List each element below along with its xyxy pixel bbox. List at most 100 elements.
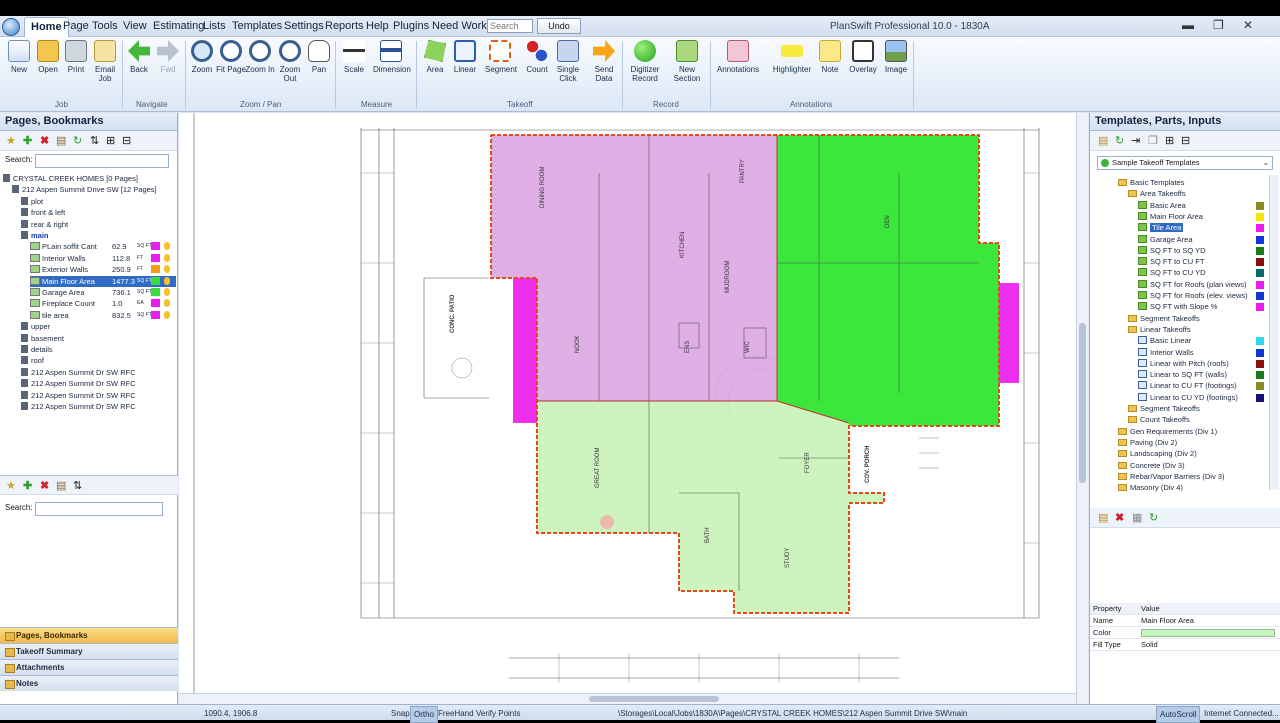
page-tree-item[interactable]: Main Floor Area 1477.3 SQ FT [30,275,176,287]
menu-help[interactable]: Help [366,20,389,32]
horizontal-scrollbar[interactable] [179,693,1076,704]
template-tree-item[interactable]: Tile Area [1138,222,1268,233]
horizontal-scroll-thumb[interactable] [589,696,719,702]
new-folder-icon[interactable]: ★ [6,134,16,147]
accordion-attachments[interactable]: Attachments [0,659,178,675]
page-tree-item[interactable]: main [21,230,176,241]
segment-button[interactable]: Segment [485,40,517,74]
template-tree-item[interactable]: Linear to CU FT (footings) [1138,380,1268,391]
close-icon[interactable]: ✕ [1243,18,1253,32]
template-tree-item[interactable]: Basic Templates [1118,177,1268,188]
add-icon[interactable]: ✚ [23,134,32,147]
collapse-icon[interactable]: ⊟ [122,134,131,147]
pages-search-input[interactable] [35,154,169,168]
template-tree-item[interactable]: Basic Linear [1138,335,1268,346]
template-tree-item[interactable]: Area Takeoffs [1128,188,1268,199]
takeoff-color-swatch[interactable] [151,299,160,308]
lightbulb-icon[interactable] [164,242,170,251]
undo-button[interactable]: Undo [537,18,581,34]
annotations-button[interactable]: Annotations [716,40,760,74]
print-button[interactable]: Print [61,40,91,74]
menu-view[interactable]: View [123,20,147,32]
page-tree-item[interactable]: CRYSTAL CREEK HOMES [0 Pages] [3,173,176,184]
lightbulb-icon[interactable] [164,276,170,285]
accordion-takeoff-summary[interactable]: Takeoff Summary [0,643,178,659]
page-tree-item[interactable]: tile area 832.5 SQ FT [30,310,176,321]
template-tree-item[interactable]: Paving (Div 2) [1118,437,1268,448]
page-tree-item[interactable]: front & left [21,207,176,218]
page-tree-item[interactable]: Exterior Walls 250.9 FT [30,264,176,275]
status-ortho[interactable]: Ortho [410,706,439,723]
accordion-pages-bookmarks[interactable]: Pages, Bookmarks [0,627,178,643]
single-click-button[interactable]: Single Click [553,40,583,83]
vertical-scrollbar[interactable] [1076,113,1088,704]
sort-icon[interactable]: ⇅ [90,134,99,147]
maximize-icon[interactable]: ❐ [1213,18,1224,32]
zoom-button[interactable]: Zoom [187,40,217,74]
count-button[interactable]: Count [522,40,552,74]
page-tree-item[interactable]: basement [21,333,176,344]
parts-open-icon[interactable]: ▤ [1098,511,1108,524]
template-tree-item[interactable]: Linear with Pitch (roofs) [1138,358,1268,369]
area-button[interactable]: Area [420,40,450,74]
zoom-out-button[interactable]: Zoom Out [275,40,305,83]
refresh-icon[interactable]: ↻ [73,134,82,147]
scale-button[interactable]: Scale [339,40,369,74]
template-refresh-icon[interactable]: ↻ [1115,134,1124,147]
properties-icon[interactable]: ▤ [56,134,66,147]
dimension-button[interactable]: Dimension [373,40,411,74]
template-tree-item[interactable]: Main Floor Area [1138,211,1268,222]
template-move-icon[interactable]: ⇥ [1131,134,1140,147]
lower-new-icon[interactable]: ★ [6,479,16,492]
menu-estimating[interactable]: Estimating [153,20,204,32]
send-data-button[interactable]: Send Data [589,40,619,83]
status-snap[interactable]: Snap [391,709,410,718]
lower-properties-icon[interactable]: ▤ [56,479,66,492]
digitizer-record-button[interactable]: Digitizer Record [628,40,662,83]
template-tree-item[interactable]: Gen Requirements (Div 1) [1118,426,1268,437]
new-section-button[interactable]: New Section [670,40,704,83]
note-button[interactable]: Note [815,40,845,74]
menu-tools[interactable]: Tools [92,20,118,32]
page-tree-item[interactable]: Fireplace Count 1.0 EA [30,298,176,309]
menu-need-work[interactable]: Need Work? [432,20,493,32]
template-tree-item[interactable]: Segment Takeoffs [1128,403,1268,414]
template-tree-item[interactable]: Interior Walls [1138,347,1268,358]
template-tree-item[interactable]: SQ FT for Roofs (plan views) [1138,279,1268,290]
menu-reports[interactable]: Reports [325,20,364,32]
page-tree-item[interactable]: Interior Walls 112.8 FT [30,253,176,264]
lightbulb-icon[interactable] [164,310,170,319]
back-button[interactable]: Back [124,40,154,74]
template-copy-icon[interactable]: ❐ [1148,134,1158,147]
floor-plan-drawing[interactable]: DINING ROOM PANTRY KITCHEN GREAT ROOM DE… [179,113,1076,693]
vertical-scroll-thumb[interactable] [1079,323,1086,483]
template-open-icon[interactable]: ▤ [1098,134,1108,147]
template-tree-item[interactable]: SQ FT to SQ YD [1138,245,1268,256]
app-menu-icon[interactable] [2,18,20,36]
image-button[interactable]: Image [881,40,911,74]
template-collapse-icon[interactable]: ⊟ [1181,134,1190,147]
pan-button[interactable]: Pan [304,40,334,74]
parts-delete-icon[interactable]: ✖ [1115,511,1124,524]
expand-icon[interactable]: ⊞ [106,134,115,147]
page-tree-item[interactable]: 212 Aspen Summit Dr SW RFC [21,390,176,401]
template-expand-icon[interactable]: ⊞ [1165,134,1174,147]
template-tree-item[interactable]: Rebar/Vapor Barriers (Div 3) [1118,471,1268,482]
template-tree-item[interactable]: Garage Area [1138,234,1268,245]
zoom-in-button[interactable]: Zoom In [245,40,275,74]
lightbulb-icon[interactable] [164,253,170,262]
template-tree-item[interactable]: SQ FT to CU YD [1138,267,1268,278]
menu-search-input[interactable]: Search [487,19,533,33]
prop-name-value[interactable]: Main Floor Area [1138,615,1280,627]
lower-search-input[interactable] [35,502,163,516]
delete-icon[interactable]: ✖ [40,134,49,147]
template-tree-item[interactable]: SQ FT to CU FT [1138,256,1268,267]
menu-page[interactable]: Page [63,20,89,32]
highlighter-button[interactable]: Highlighter [770,40,814,74]
lower-add-icon[interactable]: ✚ [23,479,32,492]
page-tree-item[interactable]: plot [21,196,176,207]
overlay-button[interactable]: Overlay [848,40,878,74]
template-tree-item[interactable]: Linear to SQ FT (walls) [1138,369,1268,380]
status-autoscroll[interactable]: AutoScroll [1156,706,1201,723]
template-tree-item[interactable]: Basic Area [1138,200,1268,211]
